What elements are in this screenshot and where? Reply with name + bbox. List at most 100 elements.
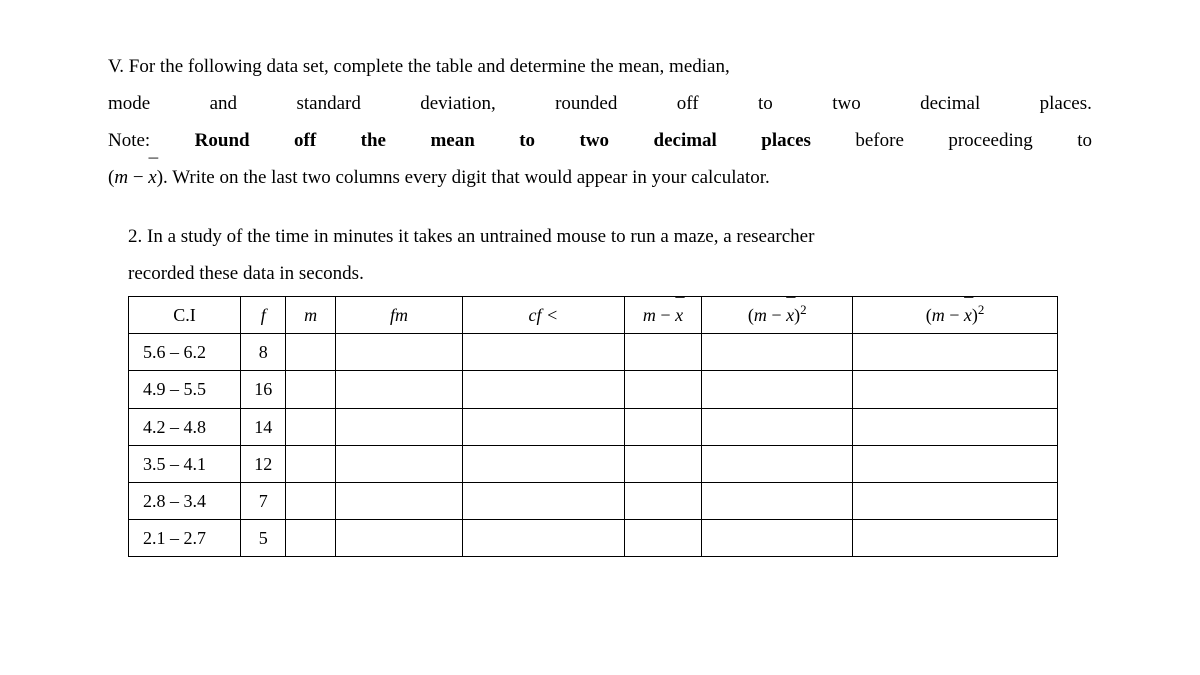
header-m: m [286,297,336,334]
table-row: 3.5 – 4.1 12 [129,445,1058,482]
var-cf: cf < [529,305,559,325]
w: to [1077,122,1092,159]
cell-empty [702,408,853,445]
cell-f: 16 [241,371,286,408]
cell-f: 5 [241,519,286,556]
var-f: f [261,305,266,325]
cell-empty [335,482,462,519]
q2-l1: 2. In a study of the time in minutes it … [128,226,814,247]
cell-ci: 4.9 – 5.5 [129,371,241,408]
w: to [519,122,535,159]
minus: − [767,305,786,325]
var-m: m [932,305,945,325]
var-xbar: x [148,159,156,196]
minus: − [945,305,964,325]
var-m: m [114,167,128,188]
sup2: 2 [800,302,806,317]
cell-empty [624,519,702,556]
w: the [361,122,386,159]
w: Round [195,122,250,159]
cell-empty [463,482,625,519]
rest: ). Write on the last two columns every d… [157,167,770,188]
cell-empty [286,445,336,482]
cell-ci: 3.5 – 4.1 [129,445,241,482]
cell-empty [624,482,702,519]
w: rounded [555,85,617,122]
cell-ci: 2.1 – 2.7 [129,519,241,556]
minus: − [656,305,675,325]
header-m-minus-xbar: m − x [624,297,702,334]
cell-empty [853,334,1058,371]
var-xbar: x [786,302,794,328]
cell-empty [463,408,625,445]
cell-empty [702,519,853,556]
header-ci: C.I [129,297,241,334]
w: Note: [108,122,150,159]
cell-ci: 4.2 – 4.8 [129,408,241,445]
cell-empty [463,445,625,482]
w: two [580,122,610,159]
table-row: 2.1 – 2.7 5 [129,519,1058,556]
cell-empty [286,334,336,371]
intro-line-2: mode and standard deviation, rounded off… [108,85,1092,122]
cell-empty [463,371,625,408]
cell-ci: 2.8 – 3.4 [129,482,241,519]
header-mx-squared: (m − x)2 [702,297,853,334]
header-fm: fm [335,297,462,334]
cell-empty [335,519,462,556]
w: decimal [920,85,980,122]
cell-empty [702,482,853,519]
cell-empty [335,408,462,445]
intro-line-1: V. For the following data set, complete … [108,48,1092,85]
w: mode [108,85,150,122]
cell-empty [853,408,1058,445]
w: mean [430,122,474,159]
question-2-block: 2. In a study of the time in minutes it … [128,218,1092,557]
cell-empty [702,445,853,482]
cell-empty [853,445,1058,482]
header-fmx-squared: (m − x)2 [853,297,1058,334]
cell-empty [286,519,336,556]
cell-f: 12 [241,445,286,482]
w: places. [1040,85,1092,122]
cell-empty [463,519,625,556]
q2-text: 2. In a study of the time in minutes it … [128,218,1092,292]
w: deviation, [420,85,495,122]
table-row: 5.6 – 6.2 8 [129,334,1058,371]
cell-empty [335,445,462,482]
cell-f: 14 [241,408,286,445]
cell-empty [624,445,702,482]
w: places [761,122,811,159]
w: off [677,85,699,122]
cell-empty [286,482,336,519]
w: standard [296,85,360,122]
minus: − [128,167,148,188]
q2-l2: recorded these data in seconds. [128,263,364,284]
var-m: m [643,305,656,325]
intro-paragraph: V. For the following data set, complete … [108,48,1092,196]
cell-empty [624,408,702,445]
table-header-row: C.I f m fm cf < m − x (m − x)2 (m − x)2 [129,297,1058,334]
w: before [855,122,904,159]
sup2: 2 [978,302,984,317]
cell-empty [286,371,336,408]
cell-ci: 5.6 – 6.2 [129,334,241,371]
intro-line-3: Note: Round off the mean to two decimal … [108,122,1092,159]
var-m: m [304,305,317,325]
cell-empty [853,482,1058,519]
cell-empty [335,371,462,408]
cell-f: 8 [241,334,286,371]
cell-empty [702,371,853,408]
cell-empty [624,371,702,408]
table-row: 4.9 – 5.5 16 [129,371,1058,408]
table-row: 2.8 – 3.4 7 [129,482,1058,519]
cell-empty [624,334,702,371]
w: off [294,122,316,159]
cell-empty [286,408,336,445]
var-xbar: x [675,302,683,328]
w: to [758,85,773,122]
cell-empty [853,519,1058,556]
intro-line-4: (m − x). Write on the last two columns e… [108,159,1092,196]
cell-empty [853,371,1058,408]
w: proceeding [948,122,1032,159]
